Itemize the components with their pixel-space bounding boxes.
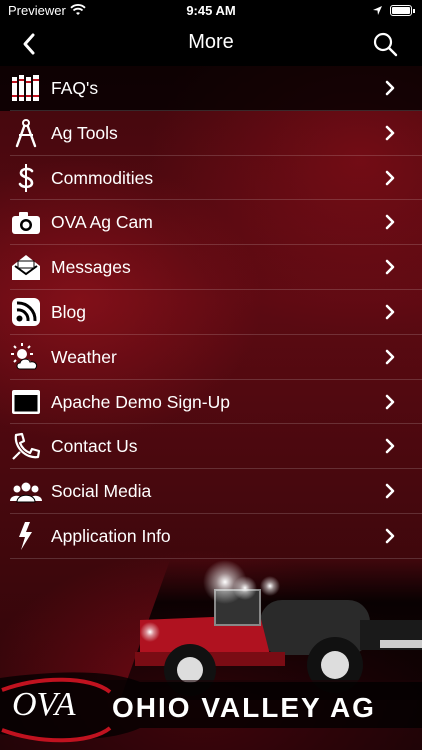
menu-item-commodities[interactable]: Commodities	[0, 156, 422, 201]
menu-item-label: Application Info	[51, 525, 171, 546]
menu-item-label: Weather	[51, 346, 117, 367]
menu-item-label: Ag Tools	[51, 122, 118, 143]
rss-icon	[12, 297, 40, 326]
status-time: 9:45 AM	[186, 3, 236, 18]
compass-icon	[15, 118, 37, 147]
menu-item-label: Contact Us	[51, 436, 138, 457]
menu-item-ag-tools[interactable]: Ag Tools	[0, 111, 422, 156]
dollar-icon	[18, 163, 34, 192]
people-icon	[10, 482, 42, 503]
brand-text: OHIO VALLEY AG	[112, 692, 376, 723]
menu-item-ova-ag-cam[interactable]: OVA Ag Cam	[0, 200, 422, 245]
menu-item-label: Blog	[51, 301, 87, 322]
menu-item-weather[interactable]: Weather	[0, 335, 422, 380]
chevron-right-icon	[385, 528, 395, 544]
menu-item-label: Messages	[51, 257, 131, 278]
ova-logo-text: OVA	[12, 686, 76, 723]
envelope-icon	[12, 255, 40, 281]
weather-icon	[11, 342, 38, 370]
menu-item-label: FAQ's	[51, 78, 99, 98]
menu-item-apache-demo-sign-up[interactable]: Apache Demo Sign-Up	[0, 380, 422, 425]
chevron-right-icon	[385, 215, 395, 230]
chevron-right-icon	[385, 439, 395, 454]
menu-item-contact-us[interactable]: Contact Us	[0, 424, 422, 469]
phone-icon	[12, 433, 41, 461]
books-icon	[12, 75, 39, 101]
menu-item-social-media[interactable]: Social Media	[0, 469, 422, 514]
menu-item-label: Social Media	[51, 481, 152, 502]
menu-item-faqs[interactable]: FAQ's	[0, 66, 422, 111]
window-icon	[12, 389, 40, 414]
battery-icon	[390, 5, 412, 16]
search-icon	[373, 32, 398, 57]
menu-item-blog[interactable]: Blog	[0, 290, 422, 335]
location-arrow-icon	[373, 6, 382, 15]
chevron-right-icon	[385, 304, 395, 320]
menu-item-label: OVA Ag Cam	[51, 212, 153, 233]
menu-item-application-info[interactable]: Application Info	[0, 514, 422, 559]
chevron-right-icon	[385, 125, 395, 141]
status-bar: Previewer 9:45 AM	[0, 0, 422, 22]
chevron-right-icon	[385, 170, 395, 185]
menu-item-messages[interactable]: Messages	[0, 245, 422, 290]
page-title: More	[188, 31, 234, 53]
bolt-icon	[19, 521, 32, 550]
chevron-right-icon	[385, 80, 395, 96]
menu-item-label: Commodities	[51, 167, 154, 188]
battery-level	[392, 7, 410, 14]
battery-cap	[413, 9, 415, 13]
menu-item-label: Apache Demo Sign-Up	[51, 391, 230, 412]
chevron-right-icon	[385, 349, 395, 365]
chevron-right-icon	[385, 259, 395, 275]
menu-list: FAQ's Ag Tools Commodities OVA Ag Cam Me…	[0, 66, 422, 559]
ova-logo: OVA	[0, 678, 110, 738]
nav-bar: More	[0, 22, 422, 66]
camera-icon	[12, 212, 40, 235]
chevron-right-icon	[385, 483, 395, 499]
search-button[interactable]	[370, 30, 400, 58]
chevron-right-icon	[385, 394, 395, 409]
